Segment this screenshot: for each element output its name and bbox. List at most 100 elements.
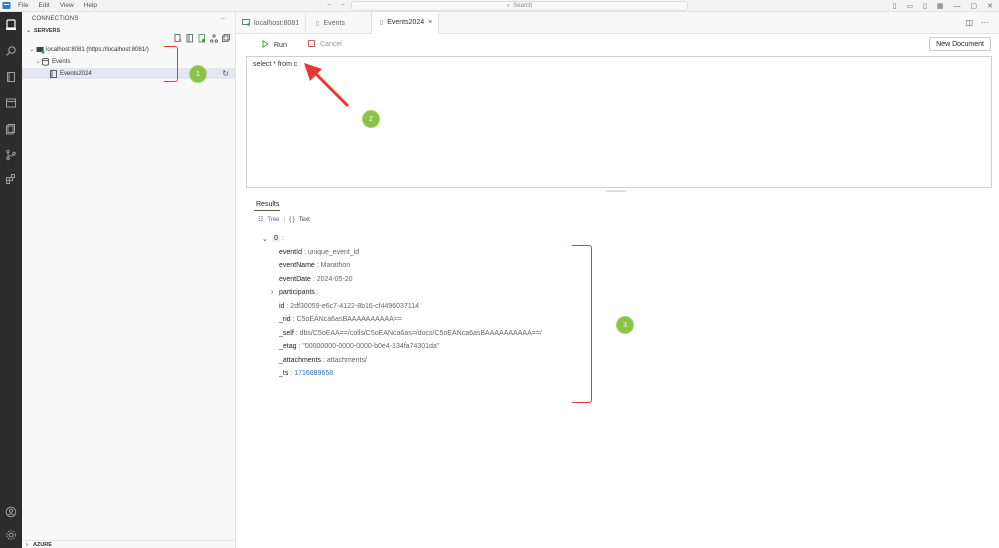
document-index-row[interactable]: 0 : (272, 235, 284, 242)
run-button[interactable]: Run (262, 39, 287, 50)
tab-events[interactable]: ▯ Events (306, 12, 372, 34)
settings-gear-icon[interactable] (4, 528, 18, 542)
text-view-icon[interactable]: { } (289, 217, 295, 223)
connections-icon[interactable] (4, 18, 18, 32)
annotation-badge-2: 2 (363, 111, 379, 127)
splitter-handle[interactable] (606, 190, 626, 192)
cancel-button[interactable]: Cancel (308, 40, 342, 49)
account-icon[interactable] (4, 505, 18, 519)
menu-file[interactable]: File (18, 2, 28, 9)
field-value: 2df30059-e6c7-4122-8b16-cf4496037114 (290, 303, 419, 310)
results-tab-indicator (254, 210, 280, 211)
menu-edit[interactable]: Edit (38, 2, 49, 9)
extensions-icon[interactable] (4, 172, 18, 186)
tab-localhost[interactable]: localhost:8081 (236, 12, 307, 34)
chevron-down-icon: ⌄ (29, 47, 35, 53)
close-tab-icon[interactable]: × (428, 19, 432, 26)
search-icon[interactable] (4, 44, 18, 58)
chevron-down-icon[interactable]: ⌄ (262, 235, 268, 243)
database-node[interactable]: ⌄ Events (22, 56, 236, 67)
dashboard-icon[interactable] (4, 96, 18, 110)
query-text[interactable]: select * from c (253, 61, 297, 68)
tab-label: Events (323, 19, 345, 27)
tree-field-row[interactable]: _ts : 1716889658 (279, 370, 333, 377)
container-label: Events2024 (60, 70, 92, 77)
back-arrow-icon[interactable]: ← (326, 1, 339, 8)
field-key: eventDate (279, 276, 311, 283)
tree-field-row[interactable]: _etag : "00000000-0000-0000-b0e4-134fa74… (279, 343, 439, 350)
collapse-all-icon[interactable] (222, 34, 230, 43)
field-key: _attachments (279, 357, 322, 364)
server-connected-icon (36, 46, 46, 54)
menu-help[interactable]: Help (84, 2, 97, 9)
field-value: "00000000-0000-0000-b0e4-134fa74301da" (302, 343, 440, 350)
new-connection-icon[interactable] (174, 34, 182, 43)
azure-section-label: AZURE (33, 541, 52, 548)
new-query-icon[interactable] (186, 34, 194, 43)
explorer-icon[interactable] (4, 122, 18, 136)
split-editor-icon[interactable]: ◫ (965, 18, 973, 27)
toggle-panel-icon[interactable]: ▭ (906, 2, 913, 10)
tree-field-row[interactable]: _attachments : attachments/ (279, 357, 367, 364)
search-icon: ⌕ (506, 2, 511, 9)
tree-field-row[interactable]: eventDate : 2024-05-20 (279, 276, 353, 283)
annotation-bracket-1 (164, 46, 178, 82)
sidebar-title: CONNECTIONS (32, 15, 79, 22)
field-key: _rid (279, 316, 291, 323)
azure-section-header[interactable]: › AZURE (22, 540, 236, 548)
server-label: localhost:8081 (https://localhost:8081/) (46, 46, 149, 53)
annotation-arrow-2 (304, 63, 350, 108)
divider: | (283, 216, 286, 223)
customize-layout-icon[interactable]: ▦ (937, 2, 944, 10)
tree-field-row[interactable]: id : 2df30059-e6c7-4122-8b16-cf449603711… (279, 303, 419, 310)
field-key: _etag (279, 343, 297, 350)
servers-section-label: SERVERS (34, 27, 61, 34)
results-title[interactable]: Results (256, 201, 279, 208)
maximize-icon[interactable]: ▢ (971, 2, 978, 10)
annotation-bracket-3 (572, 245, 592, 403)
nav-arrows: ←→ (326, 1, 352, 8)
menu-view[interactable]: View (60, 2, 74, 9)
text-view-label[interactable]: Text (299, 217, 310, 223)
document-index: 0 (272, 235, 280, 242)
new-document-button[interactable]: New Document (929, 37, 991, 51)
toggle-sidebar-icon[interactable]: ▯ (893, 2, 897, 10)
minimize-icon[interactable]: — (954, 3, 961, 10)
tree-view-label[interactable]: Tree (267, 217, 279, 223)
window-controls: ▯ ▭ ▯ ▦ — ▢ ✕ (893, 0, 993, 12)
servers-toolbar (174, 34, 230, 43)
menu-bar: File Edit View Help (18, 2, 97, 9)
colon: : (281, 235, 284, 242)
server-icon (242, 18, 250, 28)
cancel-label: Cancel (320, 41, 342, 48)
chevron-right-icon: › (26, 541, 28, 548)
tree-view-icon[interactable]: ☷ (258, 216, 263, 223)
source-control-icon[interactable] (4, 148, 18, 162)
tree-field-row[interactable]: participants : (279, 289, 319, 296)
field-key: _self (279, 330, 294, 337)
command-search[interactable]: ⌕ Search (351, 1, 688, 11)
tree-field-row[interactable]: _rid : C5oEANca6asBAAAAAAAAAA== (279, 316, 402, 323)
query-input[interactable]: select * from c (246, 56, 992, 188)
chevron-down-icon: ⌄ (26, 28, 32, 34)
connections-sidebar: CONNECTIONS ··· ⌄ SERVERS ⌄ localhost:80… (22, 12, 236, 548)
refresh-icon[interactable]: ↻ (222, 69, 229, 78)
close-window-icon[interactable]: ✕ (987, 2, 993, 10)
chevron-right-icon[interactable]: › (271, 289, 273, 296)
container-icon (50, 69, 60, 78)
toggle-secondary-sidebar-icon[interactable]: ▯ (923, 2, 927, 10)
tree-field-row[interactable]: eventName : Marathon (279, 262, 350, 269)
tab-events2024[interactable]: ▯ Events2024 × (371, 12, 440, 34)
tree-field-row[interactable]: _self : dbs/C5oEAA==/colls/C5oEANca6as=/… (279, 330, 542, 337)
group-icon[interactable] (210, 34, 218, 43)
more-actions-icon[interactable]: ··· (981, 18, 989, 27)
activity-bar (0, 12, 22, 548)
more-actions-icon[interactable]: ··· (220, 16, 227, 22)
tree-field-row[interactable]: eventId : unique_event_id (279, 249, 359, 256)
sidebar-header: CONNECTIONS ··· (22, 12, 235, 25)
notebook-icon[interactable] (4, 70, 18, 84)
server-node[interactable]: ⌄ localhost:8081 (https://localhost:8081… (22, 44, 236, 55)
connect-icon[interactable] (198, 34, 206, 43)
play-icon (262, 39, 269, 50)
database-icon (42, 57, 52, 66)
